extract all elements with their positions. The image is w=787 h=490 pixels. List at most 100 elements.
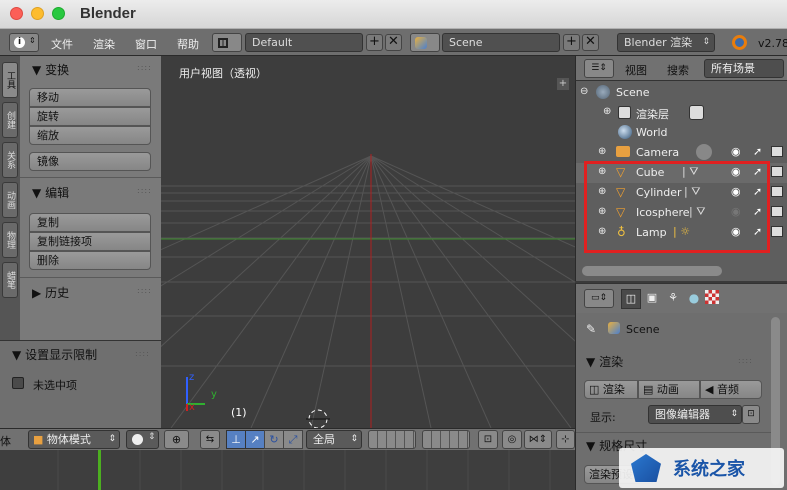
audio-button[interactable]: ◀ 音频 bbox=[700, 380, 762, 399]
camera-render-icon[interactable] bbox=[771, 206, 783, 217]
add-scene-button[interactable]: + bbox=[563, 34, 580, 51]
scene-tab-icon[interactable]: ⚘ bbox=[663, 289, 683, 309]
tab-tools[interactable]: 工具 bbox=[2, 62, 18, 98]
minimize-window-button[interactable] bbox=[31, 7, 44, 20]
camera-render-icon[interactable] bbox=[771, 226, 783, 237]
grip-icon[interactable]: :::: bbox=[137, 63, 152, 72]
display-dropdown[interactable]: 图像编辑器 ⇕ bbox=[648, 405, 742, 424]
chevron-down-icon: ⇕ bbox=[350, 434, 358, 444]
screen-layout-field[interactable]: Default bbox=[245, 33, 363, 52]
cursor-icon[interactable]: ➚ bbox=[753, 145, 762, 158]
unselected-checkbox[interactable] bbox=[12, 377, 24, 389]
axis-label-z: z bbox=[189, 372, 195, 383]
snap-target-icon[interactable]: ⊹ bbox=[556, 430, 575, 449]
scene-field[interactable]: Scene bbox=[442, 33, 560, 52]
editor-type-properties-button[interactable]: ▭⇕ bbox=[584, 289, 614, 308]
transform-manipulator-button[interactable]: ⊥ bbox=[226, 430, 246, 449]
maximize-window-button[interactable] bbox=[52, 7, 65, 20]
lock-icon[interactable]: ⊡ bbox=[742, 405, 760, 424]
render-layers-toggle-icon[interactable] bbox=[689, 105, 704, 120]
tab-animation[interactable]: 动画 bbox=[2, 182, 18, 218]
scale-button[interactable]: 缩放 bbox=[29, 126, 151, 145]
lock-icon[interactable]: ⊡ bbox=[478, 430, 498, 449]
edit-panel-header[interactable]: ▼ 编辑 bbox=[32, 184, 69, 201]
collapse-icon[interactable]: ⊖ bbox=[580, 86, 588, 97]
remove-scene-button[interactable]: ✕ bbox=[582, 34, 599, 51]
close-window-button[interactable] bbox=[10, 7, 23, 20]
tab-physics[interactable]: 物理 bbox=[2, 222, 18, 258]
translate-manipulator-button[interactable]: ↗ bbox=[245, 430, 265, 449]
grip-icon[interactable]: :::: bbox=[137, 286, 152, 295]
grip-icon[interactable]: :::: bbox=[137, 186, 152, 195]
cut-off-menu-label[interactable]: 体 bbox=[0, 433, 11, 449]
rotate-button[interactable]: 旋转 bbox=[29, 107, 151, 126]
remove-layout-button[interactable]: ✕ bbox=[385, 34, 402, 51]
outliner-row-render-layers[interactable]: ⊕ 渲染层 bbox=[576, 103, 787, 123]
menu-file[interactable]: 文件 bbox=[51, 36, 73, 52]
snap-icon[interactable]: ⋈⇕ bbox=[524, 430, 552, 449]
outliner-tab-view[interactable]: 视图 bbox=[625, 62, 647, 78]
camera-icon: ◫ bbox=[589, 383, 600, 396]
manipulate-center-button[interactable]: ⇆ bbox=[200, 430, 220, 449]
render-panel-header[interactable]: ▼ 渲染 bbox=[586, 353, 623, 370]
3d-viewport[interactable]: 用户视图（透视） + z y x (1) bbox=[161, 56, 575, 428]
mirror-button[interactable]: 镜像 bbox=[29, 152, 151, 171]
screen-layout-button[interactable] bbox=[212, 33, 242, 52]
tab-relations[interactable]: 关系 bbox=[2, 142, 18, 178]
proportional-edit-icon[interactable]: ◎ bbox=[502, 430, 522, 449]
duplicate-linked-button[interactable]: 复制链接项 bbox=[29, 232, 151, 251]
outliner-row-camera[interactable]: ⊕ Camera ◉ ➚ bbox=[576, 143, 787, 163]
camera-render-icon[interactable] bbox=[771, 166, 783, 177]
expand-icon[interactable]: ⊕ bbox=[598, 146, 606, 157]
grip-icon[interactable]: :::: bbox=[738, 356, 753, 365]
move-button[interactable]: 移动 bbox=[29, 88, 151, 107]
editor-type-info-button[interactable]: i ⇕ bbox=[9, 33, 39, 52]
outliner-row-scene[interactable]: ⊖ Scene bbox=[576, 83, 787, 103]
layer-buttons[interactable] bbox=[368, 430, 416, 449]
grip-icon[interactable]: :::: bbox=[135, 349, 150, 358]
delete-button[interactable]: 删除 bbox=[29, 251, 151, 270]
viewport-shading-dropdown[interactable]: ⇕ bbox=[126, 430, 159, 449]
outliner-filter-dropdown[interactable]: 所有场景 bbox=[704, 59, 784, 78]
animation-button[interactable]: ▤ 动画 bbox=[638, 380, 700, 399]
transform-panel-header[interactable]: ▼ 变换 bbox=[32, 61, 69, 78]
render-layers-tab-icon[interactable]: ▣ bbox=[642, 289, 662, 309]
pivot-point-dropdown[interactable]: ⊕ bbox=[164, 430, 189, 449]
editor-type-outliner-button[interactable]: ☰⇕ bbox=[584, 59, 614, 78]
scene-icon bbox=[415, 37, 427, 49]
world-tab-icon[interactable]: ● bbox=[684, 289, 704, 309]
scale-manipulator-button[interactable]: ⤢ bbox=[283, 430, 303, 449]
eye-icon[interactable]: ◉ bbox=[731, 145, 741, 158]
camera-name: Camera bbox=[636, 146, 680, 159]
history-panel-header[interactable]: ▶ 历史 bbox=[32, 284, 69, 301]
outliner-row-world[interactable]: World bbox=[576, 123, 787, 143]
render-engine-dropdown[interactable]: Blender 渲染 ⇕ bbox=[617, 33, 715, 52]
duplicate-button[interactable]: 复制 bbox=[29, 213, 151, 232]
camera-render-icon[interactable] bbox=[771, 146, 783, 157]
rotate-manipulator-button[interactable]: ↻ bbox=[264, 430, 284, 449]
render-button[interactable]: ◫ 渲染 bbox=[584, 380, 638, 399]
camera-icon bbox=[616, 146, 630, 157]
tab-create[interactable]: 创建 bbox=[2, 102, 18, 138]
current-frame-label: (1) bbox=[231, 406, 247, 419]
camera-render-icon[interactable] bbox=[771, 186, 783, 197]
outliner-tab-search[interactable]: 搜索 bbox=[667, 62, 689, 78]
mode-dropdown[interactable]: ■ 物体模式 ⇕ bbox=[28, 430, 120, 449]
viewport-plus-icon[interactable]: + bbox=[557, 78, 569, 90]
texture-tab-icon[interactable] bbox=[705, 290, 719, 304]
expand-icon[interactable]: ⊕ bbox=[603, 106, 611, 117]
add-layout-button[interactable]: + bbox=[366, 34, 383, 51]
menu-window[interactable]: 窗口 bbox=[135, 36, 157, 52]
render-context-tab[interactable]: ◫ bbox=[621, 289, 641, 309]
layer-buttons-2[interactable] bbox=[422, 430, 470, 449]
scene-selector-button[interactable] bbox=[410, 33, 440, 52]
sphere-icon bbox=[132, 434, 143, 445]
transform-orientation-dropdown[interactable]: 全局 ⇕ bbox=[306, 430, 362, 449]
menu-help[interactable]: 帮助 bbox=[177, 36, 199, 52]
display-label: 显示: bbox=[590, 411, 616, 424]
tab-grease-pencil[interactable]: 蜡笔 bbox=[2, 262, 18, 298]
menu-render[interactable]: 渲染 bbox=[93, 36, 115, 52]
pin-icon[interactable]: ✎ bbox=[586, 322, 596, 336]
outliner-horizontal-scrollbar[interactable] bbox=[582, 266, 722, 276]
display-limit-header[interactable]: ▼ 设置显示限制 bbox=[12, 346, 97, 363]
